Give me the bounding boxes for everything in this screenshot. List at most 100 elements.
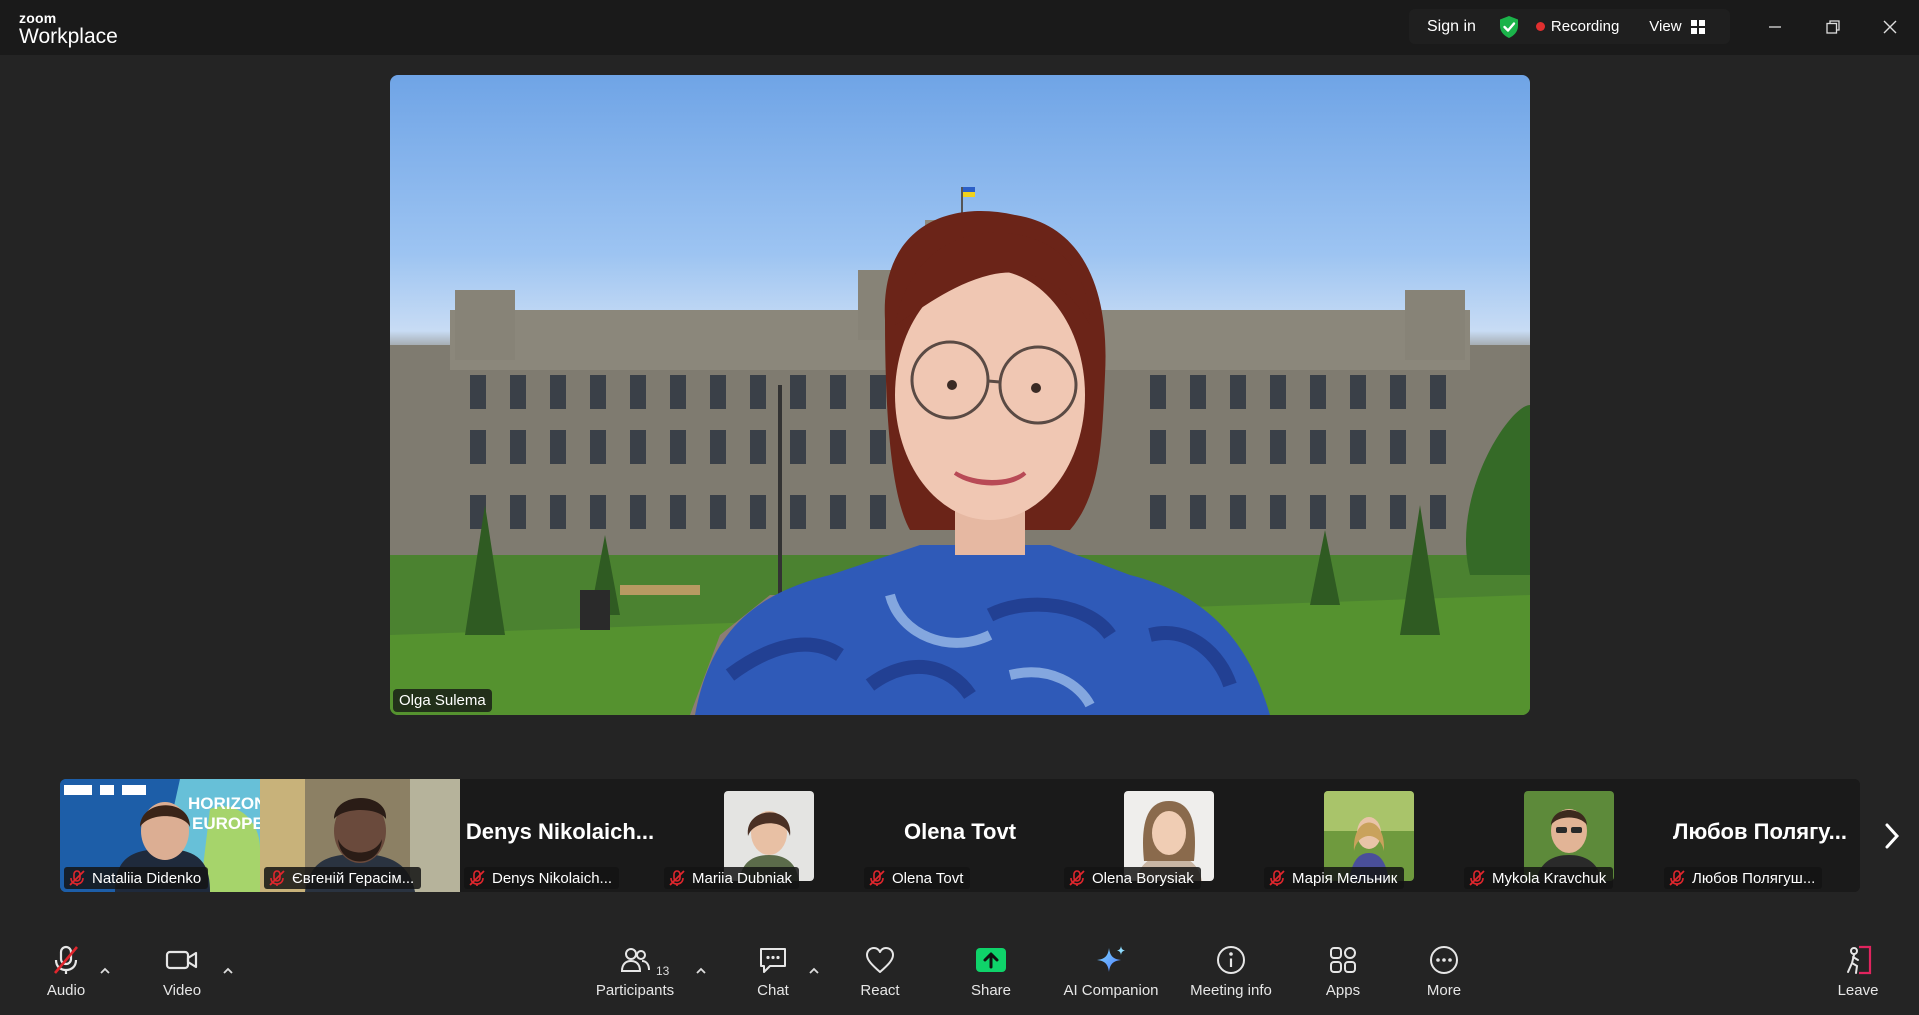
microphone-muted-icon xyxy=(669,870,685,886)
ai-companion-label: AI Companion xyxy=(1063,982,1159,999)
participant-big-name: Любов Полягу... xyxy=(1673,819,1847,844)
participant-filmstrip: HORIZON EUROPE Nataliia Didenko Євгеній … xyxy=(60,779,1860,892)
chevron-up-icon xyxy=(696,967,706,974)
microphone-muted-icon xyxy=(269,870,285,886)
participant-name-tag: Любов Полягуш... xyxy=(1664,867,1823,889)
apps-button[interactable]: Apps xyxy=(1313,942,1373,999)
participant-name-tag: Olena Borysiak xyxy=(1064,867,1201,889)
info-icon xyxy=(1213,942,1249,978)
participants-options-caret[interactable] xyxy=(694,964,708,978)
microphone-muted-icon xyxy=(1069,870,1085,886)
view-button[interactable]: View xyxy=(1649,18,1705,35)
participant-tile[interactable]: Denys Nikolaich... Denys Nikolaich... xyxy=(460,779,660,892)
participant-tile[interactable]: HORIZON EUROPE Nataliia Didenko xyxy=(60,779,260,892)
participant-big-name: Olena Tovt xyxy=(903,819,1017,844)
chevron-up-icon xyxy=(100,967,110,974)
more-dots-icon xyxy=(1426,942,1462,978)
microphone-muted-icon xyxy=(869,870,885,886)
restore-button[interactable] xyxy=(1818,12,1848,42)
chat-icon xyxy=(755,942,791,978)
participants-count: 13 xyxy=(656,964,670,978)
more-button[interactable]: More xyxy=(1414,942,1474,999)
title-bar: zoom Workplace Sign in Recording View xyxy=(0,0,1919,55)
microphone-muted-icon xyxy=(48,942,84,978)
participant-name: Nataliia Didenko xyxy=(92,869,202,887)
recording-label: Recording xyxy=(1550,18,1620,35)
recording-indicator[interactable]: Recording xyxy=(1535,18,1620,35)
apps-label: Apps xyxy=(1325,982,1361,999)
react-label: React xyxy=(860,982,900,999)
microphone-muted-icon xyxy=(1269,870,1285,886)
leave-label: Leave xyxy=(1837,982,1879,999)
share-label: Share xyxy=(970,982,1012,999)
filmstrip-next-button[interactable] xyxy=(1882,821,1902,851)
video-label: Video xyxy=(162,982,202,999)
participants-icon xyxy=(617,942,653,978)
participant-name: Olena Borysiak xyxy=(1092,869,1194,887)
participant-big-name: Denys Nikolaich... xyxy=(465,819,655,844)
brand-bottom: Workplace xyxy=(19,25,118,48)
video-button[interactable]: Video xyxy=(152,942,212,999)
sign-in-button[interactable]: Sign in xyxy=(1427,18,1476,36)
restore-icon xyxy=(1826,20,1840,34)
participant-tile[interactable]: Євгеній Герасім... xyxy=(260,779,460,892)
microphone-muted-icon xyxy=(1669,870,1685,886)
participants-label: Participants xyxy=(595,982,675,999)
react-button[interactable]: React xyxy=(850,942,910,999)
chevron-up-icon xyxy=(223,967,233,974)
chevron-right-icon xyxy=(1885,823,1900,849)
share-button[interactable]: Share xyxy=(961,942,1021,999)
meeting-info-label: Meeting info xyxy=(1190,982,1272,999)
chevron-up-icon xyxy=(809,967,819,974)
ai-companion-button[interactable]: AI Companion xyxy=(1061,942,1161,999)
brand-top: zoom xyxy=(19,10,57,26)
minimize-icon xyxy=(1769,26,1781,28)
grid-view-icon xyxy=(1690,19,1705,34)
participant-tile[interactable]: Mariia Dubniak xyxy=(660,779,860,892)
participant-tile[interactable]: Любов Полягу... Любов Полягуш... xyxy=(1660,779,1860,892)
top-actions: Sign in Recording View xyxy=(1409,9,1730,44)
audio-options-caret[interactable] xyxy=(98,964,112,978)
active-speaker-video[interactable]: Olga Sulema xyxy=(390,75,1530,715)
leave-button[interactable]: Leave xyxy=(1828,942,1888,999)
participant-tile[interactable]: Mykola Kravchuk xyxy=(1460,779,1660,892)
svg-text:HORIZON: HORIZON xyxy=(188,794,260,813)
participant-name-tag: Марія Мельник xyxy=(1264,867,1405,889)
participant-name-tag: Denys Nikolaich... xyxy=(464,867,620,889)
heart-icon xyxy=(862,942,898,978)
microphone-muted-icon xyxy=(469,870,485,886)
recording-dot-icon xyxy=(1535,22,1545,31)
zoom-logo: zoom Workplace xyxy=(19,11,118,47)
participant-name: Євгеній Герасім... xyxy=(292,869,415,887)
participant-tile[interactable]: Olena Borysiak xyxy=(1060,779,1260,892)
close-icon xyxy=(1883,20,1897,34)
participant-tile[interactable]: Olena Tovt Olena Tovt xyxy=(860,779,1060,892)
meeting-toolbar: Audio Video Participants 13 Chat React S… xyxy=(0,942,1919,1015)
participant-name: Denys Nikolaich... xyxy=(492,869,613,887)
participant-name: Марія Мельник xyxy=(1292,869,1398,887)
svg-text:EUROPE: EUROPE xyxy=(192,814,260,833)
participant-name-tag: Mariia Dubniak xyxy=(664,867,800,889)
chat-button[interactable]: Chat xyxy=(743,942,803,999)
video-options-caret[interactable] xyxy=(221,964,235,978)
participant-name: Mariia Dubniak xyxy=(692,869,793,887)
audio-button[interactable]: Audio xyxy=(36,942,96,999)
minimize-button[interactable] xyxy=(1760,12,1790,42)
participant-tile[interactable]: Марія Мельник xyxy=(1260,779,1460,892)
chat-label: Chat xyxy=(757,982,789,999)
microphone-muted-icon xyxy=(69,870,85,886)
view-label: View xyxy=(1649,18,1682,35)
share-screen-icon xyxy=(973,942,1009,978)
chat-options-caret[interactable] xyxy=(807,964,821,978)
shield-check-icon[interactable] xyxy=(1498,15,1520,39)
more-label: More xyxy=(1426,982,1462,999)
participant-name-tag: Mykola Kravchuk xyxy=(1464,867,1614,889)
participant-name-tag: Nataliia Didenko xyxy=(64,867,209,889)
close-window-button[interactable] xyxy=(1875,12,1905,42)
participant-name-tag: Olena Tovt xyxy=(864,867,971,889)
microphone-muted-icon xyxy=(1469,870,1485,886)
participant-name: Любов Полягуш... xyxy=(1692,869,1816,887)
leave-door-icon xyxy=(1840,942,1876,978)
meeting-info-button[interactable]: Meeting info xyxy=(1186,942,1276,999)
speaker-video-frame xyxy=(390,187,1530,715)
